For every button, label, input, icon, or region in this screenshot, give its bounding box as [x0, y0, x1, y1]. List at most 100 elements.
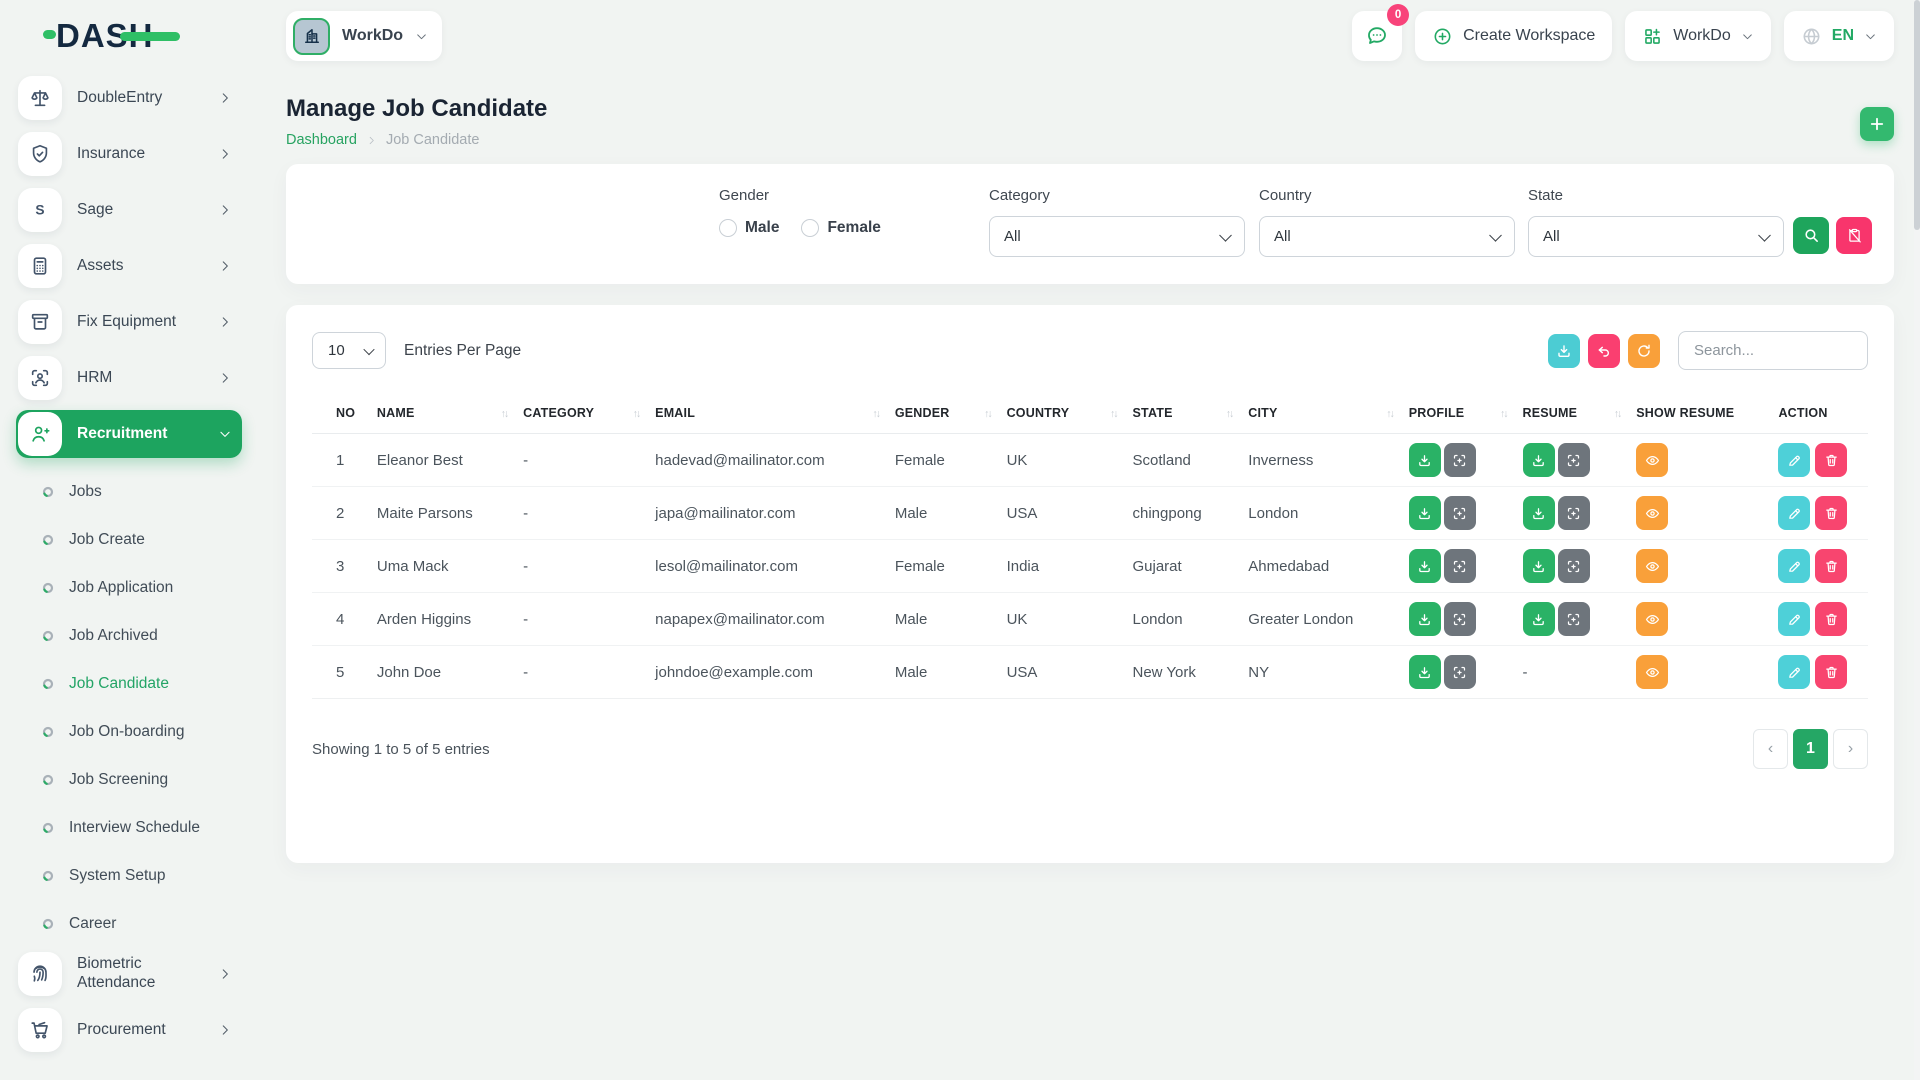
country-select[interactable]: All: [1259, 216, 1515, 257]
show-resume-button[interactable]: [1636, 443, 1668, 477]
sidebar-item-fix-equipment[interactable]: Fix Equipment: [16, 298, 242, 346]
resume-scan-button[interactable]: [1558, 443, 1590, 477]
column-header-state[interactable]: STATE↑↓: [1125, 391, 1241, 434]
resume-download-button[interactable]: [1523, 443, 1555, 477]
sidebar-item-biometric-attendance[interactable]: Biometric Attendance: [16, 950, 242, 998]
sidebar-subitem-job-create[interactable]: Job Create: [16, 516, 242, 564]
column-header-gender[interactable]: GENDER↑↓: [887, 391, 999, 434]
sidebar-subitem-job-candidate[interactable]: Job Candidate: [16, 660, 242, 708]
category-select[interactable]: All: [989, 216, 1245, 257]
delete-candidate-button[interactable]: [1815, 549, 1847, 583]
app-logo[interactable]: DASH: [0, 0, 256, 72]
show-resume-button[interactable]: [1636, 602, 1668, 636]
column-header-resume[interactable]: RESUME↑↓: [1515, 391, 1629, 434]
profile-download-button[interactable]: [1409, 496, 1441, 530]
gender-option-male[interactable]: Male: [719, 219, 779, 237]
column-header-city[interactable]: CITY↑↓: [1240, 391, 1400, 434]
sidebar-subitem-jobs[interactable]: Jobs: [16, 468, 242, 516]
state-select[interactable]: All: [1528, 216, 1784, 257]
sort-icon[interactable]: ↑↓: [1226, 408, 1233, 420]
resume-download-button[interactable]: [1523, 496, 1555, 530]
language-selector[interactable]: EN: [1784, 11, 1894, 61]
column-header-country[interactable]: COUNTRY↑↓: [999, 391, 1125, 434]
sidebar-item-procurement[interactable]: Procurement: [16, 1006, 242, 1054]
undo-button[interactable]: [1588, 334, 1620, 368]
breadcrumb-dashboard-link[interactable]: Dashboard: [286, 132, 357, 148]
profile-download-button[interactable]: [1409, 549, 1441, 583]
show-resume-button[interactable]: [1636, 655, 1668, 689]
profile-scan-button[interactable]: [1444, 655, 1476, 689]
delete-candidate-button[interactable]: [1815, 655, 1847, 689]
sidebar-subitem-job-screening[interactable]: Job Screening: [16, 756, 242, 804]
show-resume-button[interactable]: [1636, 549, 1668, 583]
page-scrollbar[interactable]: [1914, 0, 1920, 1080]
sort-icon[interactable]: ↑↓: [984, 408, 991, 420]
pagination-prev-button[interactable]: ‹: [1753, 729, 1788, 769]
export-button[interactable]: [1548, 334, 1580, 368]
sidebar-subitem-job-application[interactable]: Job Application: [16, 564, 242, 612]
resume-scan-button[interactable]: [1558, 549, 1590, 583]
profile-scan-button[interactable]: [1444, 443, 1476, 477]
workspace-switcher[interactable]: WorkDo: [286, 11, 442, 61]
sidebar-item-hrm[interactable]: HRM: [16, 354, 242, 402]
refresh-button[interactable]: [1628, 334, 1660, 368]
messages-button[interactable]: 0: [1352, 11, 1402, 61]
profile-download-button[interactable]: [1409, 602, 1441, 636]
sidebar-item-assets[interactable]: Assets: [16, 242, 242, 290]
sidebar-subitem-interview-schedule[interactable]: Interview Schedule: [16, 804, 242, 852]
create-workspace-button[interactable]: Create Workspace: [1415, 11, 1612, 61]
apply-filter-button[interactable]: [1793, 217, 1829, 254]
entries-per-page-select[interactable]: 10: [312, 332, 386, 369]
delete-candidate-button[interactable]: [1815, 602, 1847, 636]
sidebar-subitem-system-setup[interactable]: System Setup: [16, 852, 242, 900]
sort-icon[interactable]: ↑↓: [1500, 408, 1507, 420]
profile-download-button[interactable]: [1409, 443, 1441, 477]
list-tools: [1548, 331, 1868, 370]
sort-icon[interactable]: ↑↓: [1614, 408, 1621, 420]
column-header-profile[interactable]: PROFILE↑↓: [1401, 391, 1515, 434]
sort-icon[interactable]: ↑↓: [872, 408, 879, 420]
profile-scan-button[interactable]: [1444, 496, 1476, 530]
gender-option-female[interactable]: Female: [801, 219, 880, 237]
delete-candidate-button[interactable]: [1815, 443, 1847, 477]
sidebar-subitem-job-onboarding[interactable]: Job On-boarding: [16, 708, 242, 756]
sidebar-item-sage[interactable]: SSage: [16, 186, 242, 234]
sidebar-subitem-job-archived[interactable]: Job Archived: [16, 612, 242, 660]
sort-icon[interactable]: ↑↓: [1110, 408, 1117, 420]
page-scrollbar-thumb[interactable]: [1914, 0, 1920, 230]
female-radio[interactable]: [801, 219, 819, 237]
sidebar-item-doubleentry[interactable]: DoubleEntry: [16, 74, 242, 122]
profile-scan-button[interactable]: [1444, 602, 1476, 636]
resume-scan-button[interactable]: [1558, 496, 1590, 530]
table-search-input[interactable]: [1678, 331, 1868, 370]
sort-icon[interactable]: ↑↓: [1386, 408, 1393, 420]
edit-candidate-button[interactable]: [1778, 549, 1810, 583]
pagination-next-button[interactable]: ›: [1833, 729, 1868, 769]
edit-candidate-button[interactable]: [1778, 496, 1810, 530]
workdo-menu-button[interactable]: WorkDo: [1625, 11, 1771, 61]
column-header-name[interactable]: NAME↑↓: [369, 391, 515, 434]
pagination-page-1[interactable]: 1: [1793, 729, 1828, 769]
male-radio[interactable]: [719, 219, 737, 237]
resume-scan-button[interactable]: [1558, 602, 1590, 636]
sort-icon[interactable]: ↑↓: [633, 408, 640, 420]
edit-candidate-button[interactable]: [1778, 602, 1810, 636]
resume-download-button[interactable]: [1523, 549, 1555, 583]
bullet-icon: [42, 726, 54, 738]
resume-download-button[interactable]: [1523, 602, 1555, 636]
sort-icon[interactable]: ↑↓: [501, 408, 508, 420]
reset-filter-button[interactable]: [1836, 217, 1872, 254]
show-resume-button[interactable]: [1636, 496, 1668, 530]
add-candidate-button[interactable]: [1860, 107, 1894, 141]
profile-download-button[interactable]: [1409, 655, 1441, 689]
sidebar-item-recruitment[interactable]: Recruitment: [16, 410, 242, 458]
column-header-category[interactable]: CATEGORY↑↓: [515, 391, 647, 434]
edit-candidate-button[interactable]: [1778, 655, 1810, 689]
sidebar-icon-chip: [18, 244, 62, 288]
profile-scan-button[interactable]: [1444, 549, 1476, 583]
sidebar-item-insurance[interactable]: Insurance: [16, 130, 242, 178]
edit-candidate-button[interactable]: [1778, 443, 1810, 477]
sidebar-subitem-career[interactable]: Career: [16, 900, 242, 948]
column-header-email[interactable]: EMAIL↑↓: [647, 391, 887, 434]
delete-candidate-button[interactable]: [1815, 496, 1847, 530]
